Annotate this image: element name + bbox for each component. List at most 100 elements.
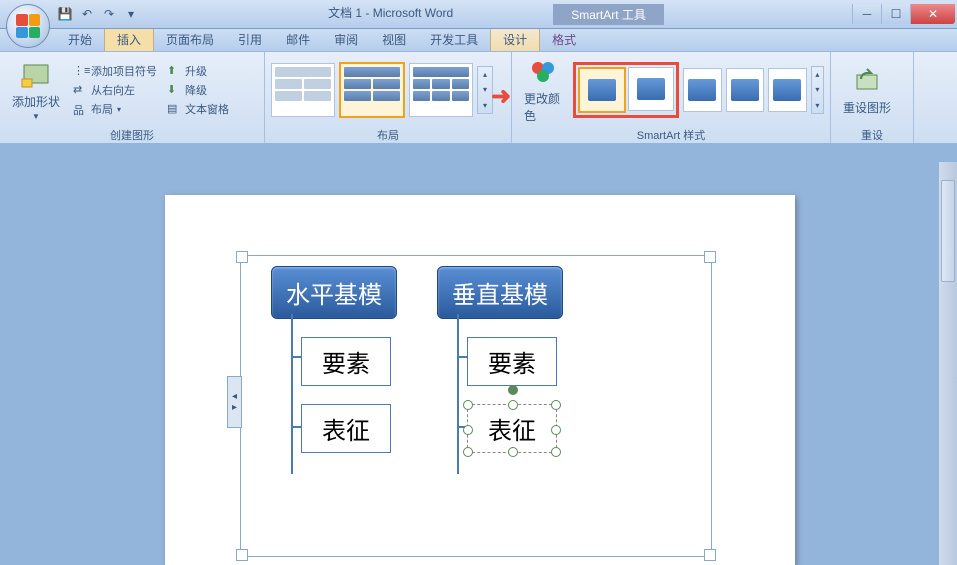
sel-handle[interactable] [508, 400, 518, 410]
style-option-3[interactable] [683, 68, 722, 112]
node-top-2[interactable]: 垂直基模 [437, 266, 563, 319]
context-tool-title: SmartArt 工具 [553, 4, 664, 25]
bullet-icon: ⋮≡ [73, 64, 87, 78]
change-colors-icon [528, 56, 560, 88]
promote-button[interactable]: ⬆升级 [164, 62, 232, 80]
tab-references[interactable]: 引用 [226, 28, 274, 51]
node-child-2b-selected[interactable]: 表征 [467, 404, 557, 453]
sel-handle[interactable] [463, 425, 473, 435]
group-layout: ▴▾▾ 布局 [265, 52, 512, 144]
smartart-container[interactable]: ◂▸ 水平基模 要素 表征 垂直基模 要素 表征 [240, 255, 712, 557]
ribbon-tabs: 开始 插入 页面布局 引用 邮件 审阅 视图 开发工具 设计 格式 [0, 29, 957, 52]
group-layout-label: 布局 [271, 126, 505, 144]
tab-review[interactable]: 审阅 [322, 28, 370, 51]
rotate-handle[interactable] [508, 385, 518, 395]
layout-icon: 品 [73, 102, 87, 116]
group-smartart-styles: 更改颜色 ▴▾▾ SmartArt 样式 [512, 52, 831, 144]
change-colors-button[interactable]: 更改颜色 [518, 54, 569, 126]
tab-view[interactable]: 视图 [370, 28, 418, 51]
page[interactable]: ◂▸ 水平基模 要素 表征 垂直基模 要素 表征 [165, 195, 795, 565]
tab-design[interactable]: 设计 [490, 27, 540, 51]
tab-mailings[interactable]: 邮件 [274, 28, 322, 51]
demote-icon: ⬇ [167, 83, 181, 97]
connector-h [457, 356, 467, 358]
maximize-button[interactable]: ☐ [881, 4, 910, 24]
sel-handle[interactable] [551, 400, 561, 410]
rtl-icon: ⇄ [73, 83, 87, 97]
tab-home[interactable]: 开始 [56, 28, 104, 51]
add-shape-button[interactable]: 添加形状 ▼ [6, 57, 66, 123]
textpane-toggle[interactable]: ◂▸ [227, 376, 242, 428]
dropdown-icon: ▼ [32, 112, 40, 121]
save-icon[interactable]: 💾 [56, 5, 74, 23]
tab-format[interactable]: 格式 [540, 28, 588, 51]
resize-handle-se[interactable] [704, 549, 716, 561]
sel-handle[interactable] [463, 447, 473, 457]
node-top-1[interactable]: 水平基模 [271, 266, 397, 319]
ribbon: 添加形状 ▼ ⋮≡添加项目符号 ⇄从右向左 品布局 ▾ ⬆升级 ⬇降级 ▤文本窗… [0, 52, 957, 145]
scrollbar-thumb[interactable] [941, 180, 955, 282]
connector-h [291, 356, 301, 358]
add-bullet-button[interactable]: ⋮≡添加项目符号 [70, 62, 160, 80]
layout-option-2[interactable] [339, 62, 405, 118]
textpane-button[interactable]: ▤文本窗格 [164, 100, 232, 118]
group-style-label: SmartArt 样式 [518, 126, 824, 144]
resize-handle-ne[interactable] [704, 251, 716, 263]
style-option-5[interactable] [768, 68, 807, 112]
tab-developer[interactable]: 开发工具 [418, 28, 490, 51]
office-logo-icon [16, 14, 40, 38]
reset-icon [851, 65, 883, 97]
undo-icon[interactable]: ↶ [78, 5, 96, 23]
reset-graphic-button[interactable]: 重设图形 [837, 63, 897, 118]
office-button[interactable] [6, 4, 50, 48]
node-child-1a[interactable]: 要素 [301, 337, 391, 386]
node-child-1b[interactable]: 表征 [301, 404, 391, 453]
titlebar: 💾 ↶ ↷ ▾ 文档 1 - Microsoft Word SmartArt 工… [0, 0, 957, 29]
tab-pagelayout[interactable]: 页面布局 [154, 28, 226, 51]
demote-button[interactable]: ⬇降级 [164, 81, 232, 99]
close-button[interactable]: ✕ [910, 4, 955, 24]
annotation-arrow-icon: ➜ [491, 82, 511, 111]
style-option-4[interactable] [726, 68, 765, 112]
vertical-scrollbar[interactable] [939, 162, 957, 565]
sel-handle[interactable] [508, 447, 518, 457]
add-shape-label: 添加形状 [12, 93, 60, 110]
layout-button[interactable]: 品布局 ▾ [70, 100, 160, 118]
minimize-button[interactable]: ─ [852, 4, 881, 24]
promote-icon: ⬆ [167, 64, 181, 78]
group-reset-label: 重设 [837, 126, 907, 144]
tab-insert[interactable]: 插入 [104, 27, 154, 51]
group-create-graphic: 添加形状 ▼ ⋮≡添加项目符号 ⇄从右向左 品布局 ▾ ⬆升级 ⬇降级 ▤文本窗… [0, 52, 265, 144]
style-highlight-annotation [573, 62, 679, 118]
sel-handle[interactable] [463, 400, 473, 410]
quick-access-toolbar: 💾 ↶ ↷ ▾ [56, 5, 140, 23]
group-reset: 重设图形 重设 [831, 52, 914, 144]
connector-h [291, 426, 301, 428]
qat-dropdown-icon[interactable]: ▾ [122, 5, 140, 23]
redo-icon[interactable]: ↷ [100, 5, 118, 23]
connector-v [291, 314, 293, 474]
group-create-label: 创建图形 [6, 126, 258, 144]
tree-1: 水平基模 要素 表征 [271, 266, 397, 453]
add-shape-icon [20, 59, 52, 91]
window-title: 文档 1 - Microsoft Word [328, 4, 453, 25]
node-child-2a[interactable]: 要素 [467, 337, 557, 386]
sel-handle[interactable] [551, 447, 561, 457]
layout-option-3[interactable] [409, 63, 473, 117]
chevron-left-icon: ◂ [232, 391, 237, 402]
sel-handle[interactable] [551, 425, 561, 435]
style-option-1[interactable] [578, 67, 626, 113]
tree-2: 垂直基模 要素 表征 [437, 266, 563, 453]
resize-handle-sw[interactable] [236, 549, 248, 561]
style-gallery-expand[interactable]: ▴▾▾ [811, 66, 824, 114]
change-colors-label: 更改颜色 [524, 90, 563, 124]
smartart-diagram: 水平基模 要素 表征 垂直基模 要素 表征 [271, 266, 563, 453]
resize-handle-nw[interactable] [236, 251, 248, 263]
chevron-right-icon: ▸ [232, 402, 237, 413]
rtl-button[interactable]: ⇄从右向左 [70, 81, 160, 99]
layout-option-1[interactable] [271, 63, 335, 117]
style-option-2[interactable] [628, 67, 674, 111]
textpane-icon: ▤ [167, 102, 181, 116]
reset-label: 重设图形 [843, 99, 891, 116]
connector-v [457, 314, 459, 474]
